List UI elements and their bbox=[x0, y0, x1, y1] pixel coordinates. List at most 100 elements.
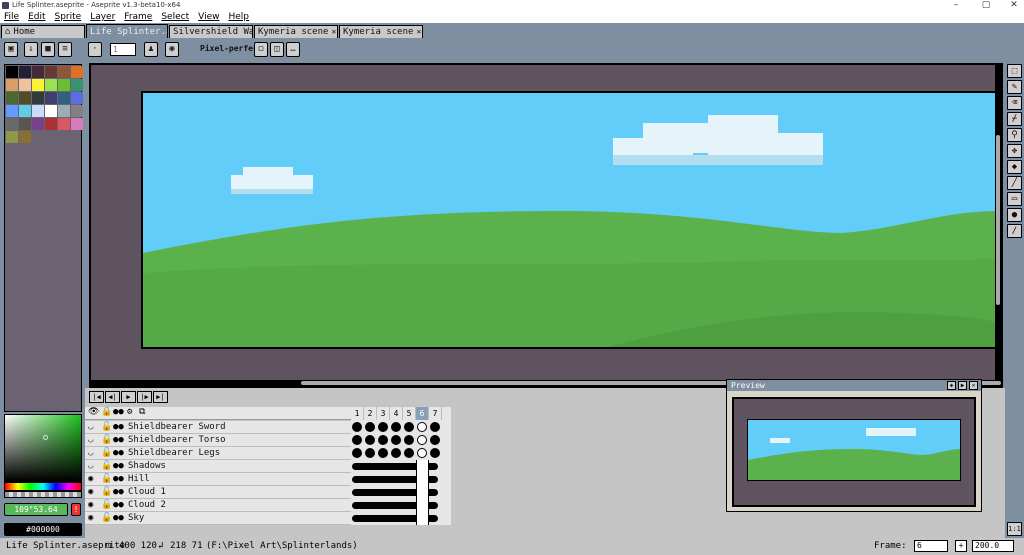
eye-icon[interactable]: ◉ bbox=[88, 486, 93, 498]
contour-tool-icon[interactable]: ● bbox=[1007, 208, 1022, 222]
palette-swatch[interactable] bbox=[6, 105, 18, 117]
first-frame-icon[interactable]: |◀ bbox=[89, 391, 104, 403]
cel[interactable] bbox=[430, 435, 440, 445]
symmetry-h-icon[interactable]: ◫ bbox=[270, 42, 284, 57]
palette-swatch[interactable] bbox=[71, 92, 83, 104]
palette-swatch[interactable] bbox=[45, 79, 57, 91]
marquee-tool-icon[interactable]: ⬚ bbox=[1007, 64, 1022, 78]
palette-swatch[interactable] bbox=[6, 92, 18, 104]
palette-swatch[interactable] bbox=[19, 118, 31, 130]
frame-header[interactable]: 5 bbox=[403, 407, 416, 420]
palette-swatch[interactable] bbox=[32, 66, 44, 78]
frame-header[interactable]: 7 bbox=[429, 407, 442, 420]
cel[interactable] bbox=[352, 448, 362, 458]
last-frame-icon[interactable]: ▶| bbox=[153, 391, 168, 403]
palette-swatch[interactable] bbox=[58, 79, 70, 91]
ink-icon[interactable]: ♟ bbox=[144, 42, 158, 57]
palette-swatch[interactable] bbox=[6, 66, 18, 78]
brush-size-input[interactable]: 1 bbox=[110, 43, 136, 56]
palette-swatch[interactable] bbox=[19, 66, 31, 78]
next-frame-icon[interactable]: |▶ bbox=[137, 391, 152, 403]
continuous-header-icon[interactable]: ●● bbox=[113, 407, 124, 417]
cel[interactable] bbox=[391, 448, 401, 458]
zoom-input[interactable]: 200.0 bbox=[972, 540, 1014, 552]
menu-lines-icon[interactable]: ≡ bbox=[58, 42, 72, 57]
menu-select[interactable]: Select bbox=[161, 12, 189, 22]
line-tool-icon[interactable]: ╱ bbox=[1007, 176, 1022, 190]
continuous-icon[interactable]: ●● bbox=[113, 460, 124, 472]
eye-closed-icon[interactable]: ◡ bbox=[88, 447, 93, 459]
tab-kymeria-1[interactable]: Kymeria scene ✕ bbox=[254, 25, 338, 38]
palette-swatch[interactable] bbox=[58, 105, 70, 117]
move-tool-icon[interactable]: ✥ bbox=[1007, 144, 1022, 158]
palette-swatch[interactable] bbox=[45, 118, 57, 130]
spectrum-cursor[interactable] bbox=[43, 435, 48, 440]
cel[interactable] bbox=[417, 422, 427, 432]
layer-row[interactable]: ◡ 🔓 ●● Shieldbearer Sword bbox=[85, 421, 351, 434]
unlock-icon[interactable]: 🔓 bbox=[101, 512, 112, 524]
cel[interactable] bbox=[365, 435, 375, 445]
foreground-color-button[interactable]: 109°53.64 bbox=[4, 503, 68, 516]
eye-icon[interactable]: ◉ bbox=[88, 512, 93, 524]
symmetry-icon[interactable]: ◻ bbox=[254, 42, 268, 57]
lock-header-icon[interactable]: 🔒 bbox=[101, 407, 112, 417]
fill-icon[interactable]: ■ bbox=[41, 42, 55, 57]
palette-swatch[interactable] bbox=[71, 105, 83, 117]
layer-row[interactable]: ◉ 🔓 ●● Cloud 2 bbox=[85, 499, 351, 512]
current-frame-cel[interactable] bbox=[416, 512, 429, 525]
palette-swatch[interactable] bbox=[45, 66, 57, 78]
hue-slider[interactable] bbox=[4, 482, 82, 491]
cel[interactable] bbox=[365, 448, 375, 458]
palette-swatch[interactable] bbox=[71, 66, 83, 78]
symmetry-more-icon[interactable]: … bbox=[286, 42, 300, 57]
layer-row[interactable]: ◡ 🔓 ●● Shieldbearer Legs bbox=[85, 447, 351, 460]
continuous-icon[interactable]: ●● bbox=[113, 512, 124, 524]
palette-swatch[interactable] bbox=[32, 105, 44, 117]
cel[interactable] bbox=[404, 435, 414, 445]
continuous-icon[interactable]: ●● bbox=[113, 499, 124, 511]
menu-file[interactable]: File bbox=[4, 12, 19, 22]
current-frame-cel[interactable] bbox=[416, 473, 429, 486]
cel[interactable] bbox=[391, 422, 401, 432]
current-frame-cel[interactable] bbox=[416, 499, 429, 512]
layer-row[interactable]: ◉ 🔓 ●● Sky bbox=[85, 512, 351, 525]
continuous-icon[interactable]: ●● bbox=[113, 434, 124, 446]
editor-canvas[interactable] bbox=[89, 63, 1003, 388]
palette-swatch[interactable] bbox=[19, 105, 31, 117]
current-frame-cel[interactable] bbox=[416, 460, 429, 473]
unlock-icon[interactable]: 🔓 bbox=[101, 499, 112, 511]
palette-swatch[interactable] bbox=[19, 92, 31, 104]
cel[interactable] bbox=[352, 435, 362, 445]
unlock-icon[interactable]: 🔓 bbox=[101, 473, 112, 485]
palette-swatch[interactable] bbox=[6, 131, 18, 143]
eyedropper-tool-icon[interactable]: ⌿ bbox=[1007, 112, 1022, 126]
vertical-scroll-thumb[interactable] bbox=[996, 135, 1000, 305]
cel[interactable] bbox=[430, 422, 440, 432]
prev-frame-icon[interactable]: ◀| bbox=[105, 391, 120, 403]
palette-swatch[interactable] bbox=[19, 79, 31, 91]
eye-closed-icon[interactable]: ◡ bbox=[88, 434, 93, 446]
continuous-icon[interactable]: ●● bbox=[113, 421, 124, 433]
continuous-icon[interactable]: ●● bbox=[113, 473, 124, 485]
frame-header[interactable]: 1 bbox=[351, 407, 364, 420]
palette-swatch[interactable] bbox=[45, 105, 57, 117]
palette-swatch[interactable] bbox=[32, 118, 44, 130]
palette-swatch[interactable] bbox=[71, 118, 83, 130]
fill-bucket-tool-icon[interactable]: ◆ bbox=[1007, 160, 1022, 174]
tab-life-splinter[interactable]: Life Splinter.as✕ bbox=[86, 24, 168, 38]
cel[interactable] bbox=[378, 435, 388, 445]
eye-closed-icon[interactable]: ◡ bbox=[88, 421, 93, 433]
lock-icon[interactable]: ▣ bbox=[4, 42, 18, 57]
close-window-button[interactable]: ✕ bbox=[1004, 0, 1024, 11]
menu-frame[interactable]: Frame bbox=[124, 12, 152, 22]
menu-help[interactable]: Help bbox=[228, 12, 249, 22]
eye-icon[interactable]: ◉ bbox=[88, 499, 93, 511]
cel[interactable] bbox=[417, 448, 427, 458]
preview-canvas[interactable] bbox=[732, 397, 976, 507]
frame-header[interactable]: 6 bbox=[416, 407, 429, 420]
cel[interactable] bbox=[417, 435, 427, 445]
zoom-reset-button[interactable]: 1:1 bbox=[1007, 522, 1022, 536]
unlock-icon[interactable]: 🔓 bbox=[101, 421, 112, 433]
pressure-icon[interactable]: ◉ bbox=[165, 42, 179, 57]
close-tab-icon[interactable]: ✕ bbox=[331, 26, 336, 38]
